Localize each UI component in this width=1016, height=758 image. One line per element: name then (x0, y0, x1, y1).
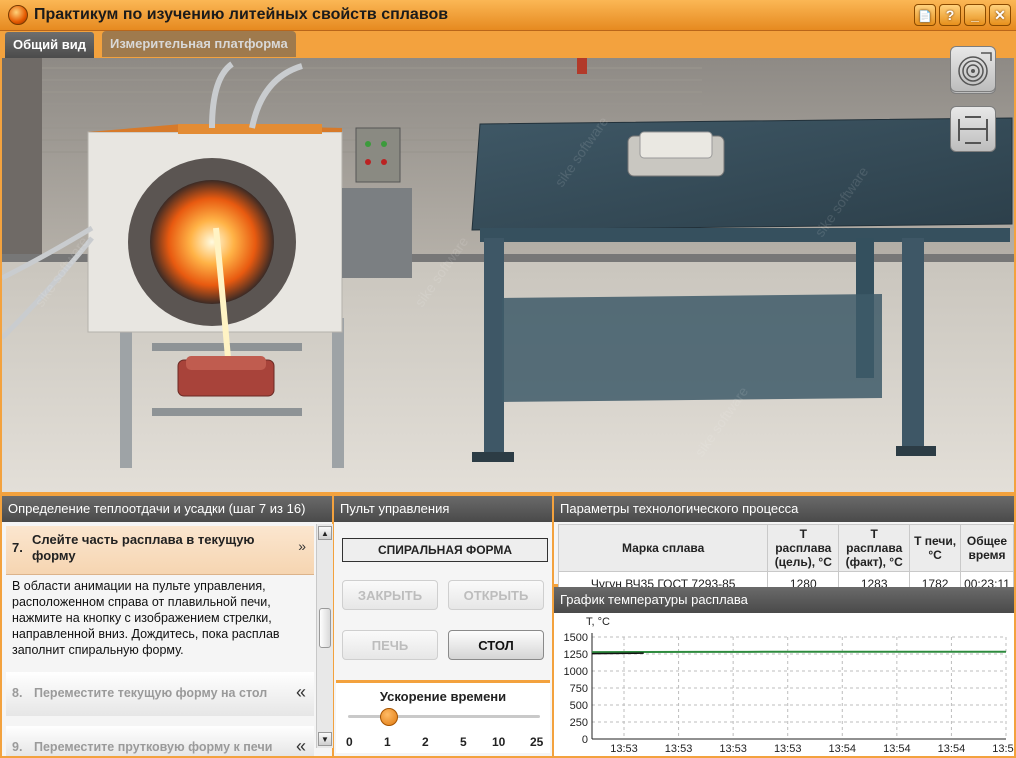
step-number: 7. (12, 540, 23, 555)
y-tick-label: 1000 (564, 666, 588, 678)
app-logo-icon (8, 5, 28, 25)
y-tick-label: 500 (570, 700, 588, 712)
params-panel: Параметры технологического процесса Марк… (554, 496, 1014, 597)
y-axis-label: Т, °С (586, 616, 610, 628)
step-description: В области анимации на пульте управления,… (12, 579, 280, 657)
current-step[interactable]: 7. Слейте часть расплава в текущую форму… (6, 526, 314, 575)
x-tick-label: 13:54 (992, 743, 1014, 755)
steps-header: Определение теплоотдачи и усадки (шаг 7 … (2, 496, 332, 522)
speed-tick: 10 (492, 735, 506, 749)
x-tick-label: 13:53 (665, 743, 693, 755)
journal-icon: 📄 (918, 11, 932, 23)
x-tick-label: 13:54 (883, 743, 911, 755)
x-tick-label: 13:53 (719, 743, 747, 755)
chart-background (554, 613, 1014, 756)
tab-overview[interactable]: Общий вид (4, 31, 95, 58)
speed-slider-track[interactable] (348, 715, 540, 718)
collapse-icon[interactable]: » (298, 538, 306, 554)
tab-strip: Общий вид Измерительная платформа (0, 31, 320, 59)
scroll-down-icon[interactable]: ▼ (318, 732, 332, 746)
step-title: Переместите прутковую форму к печи (34, 740, 273, 754)
speed-title: Ускорение времени (379, 689, 507, 704)
control-panel-header: Пульт управления (334, 496, 552, 522)
tab-measuring-platform[interactable]: Измерительная платформа (102, 31, 296, 57)
temperature-chart: Т, °С 0 250 500 750 1000 1250 1500 13:53 13:53 13:… (554, 613, 1014, 756)
expand-icon[interactable]: « (296, 736, 306, 757)
y-tick-label: 250 (570, 717, 588, 729)
step-title: Слейте часть расплава в текущую форму (32, 532, 255, 563)
mold-type-display: СПИРАЛЬНАЯ ФОРМА (342, 538, 548, 562)
bar-mold-view-icon (958, 116, 988, 144)
table-button[interactable]: СТОЛ (448, 630, 544, 660)
chart-panel: График температуры расплава Т, °С 0 250 500… (554, 587, 1014, 756)
col-header: Марка сплава (557, 524, 769, 572)
steps-scrollbar[interactable]: ▲ ▼ (316, 524, 333, 748)
title-bar: Практикум по изучению литейных свойств с… (0, 0, 1016, 31)
steps-panel: Определение теплоотдачи и усадки (шаг 7 … (2, 496, 333, 756)
furnace-button[interactable]: ПЕЧЬ (342, 630, 438, 660)
step-title: Переместите текущую форму на стол (34, 686, 268, 700)
close-button[interactable]: ЗАКРЫТЬ (342, 580, 438, 610)
col-header: Т расплава (цель), °С (767, 524, 840, 572)
time-acceleration: Ускорение времени 0 1 2 5 10 25 (336, 680, 550, 753)
expand-icon[interactable]: « (296, 682, 306, 703)
animation-area[interactable]: sike software sike software sike softwar… (2, 58, 1014, 492)
col-header: Т печи, °С (909, 524, 961, 572)
speed-tick: 25 (530, 735, 544, 749)
y-tick-label: 0 (582, 734, 588, 746)
spiral-mold-button[interactable] (950, 46, 996, 92)
help-icon: ? (945, 7, 955, 23)
x-tick-label: 13:54 (829, 743, 857, 755)
control-panel: Пульт управления СПИРАЛЬНАЯ ФОРМА ЗАКРЫТ… (334, 496, 552, 756)
open-button[interactable]: ОТКРЫТЬ (448, 580, 544, 610)
y-tick-label: 1500 (564, 632, 588, 644)
params-header: Параметры технологического процесса (554, 496, 1014, 522)
minimize-button[interactable]: _ (964, 4, 986, 26)
speed-tick: 5 (460, 735, 467, 749)
x-tick-label: 13:53 (774, 743, 802, 755)
workshop-scene: sike software sike software sike softwar… (2, 58, 1014, 492)
scroll-up-icon[interactable]: ▲ (318, 526, 332, 540)
close-window-button[interactable]: ✕ (989, 4, 1011, 26)
journal-button[interactable]: 📄 (914, 4, 936, 26)
minimize-icon: _ (971, 7, 979, 23)
col-header: Т расплава (факт), °С (838, 524, 911, 572)
col-header: Общее время (960, 524, 1014, 572)
window-title: Практикум по изучению литейных свойств с… (34, 6, 449, 23)
help-button[interactable]: ? (939, 4, 961, 26)
step-item[interactable]: 8. Переместите текущую форму на стол « (6, 672, 314, 716)
speed-tick: 0 (346, 735, 353, 749)
y-tick-label: 750 (570, 683, 588, 695)
bar-mold-button[interactable] (950, 106, 996, 152)
spiral-mold-view-icon (958, 52, 992, 86)
y-tick-label: 1250 (564, 649, 588, 661)
step-item[interactable]: 9. Переместите прутковую форму к печи « (6, 726, 314, 756)
chart-header: График температуры расплава (554, 587, 1014, 613)
x-tick-label: 13:53 (610, 743, 638, 755)
x-tick-label: 13:54 (938, 743, 966, 755)
step-number: 8. (12, 686, 23, 700)
speed-tick: 1 (384, 735, 391, 749)
close-icon: ✕ (994, 7, 1006, 23)
scroll-thumb[interactable] (319, 608, 331, 648)
step-number: 9. (12, 740, 23, 754)
speed-slider-knob[interactable] (380, 708, 398, 726)
speed-tick: 2 (422, 735, 429, 749)
